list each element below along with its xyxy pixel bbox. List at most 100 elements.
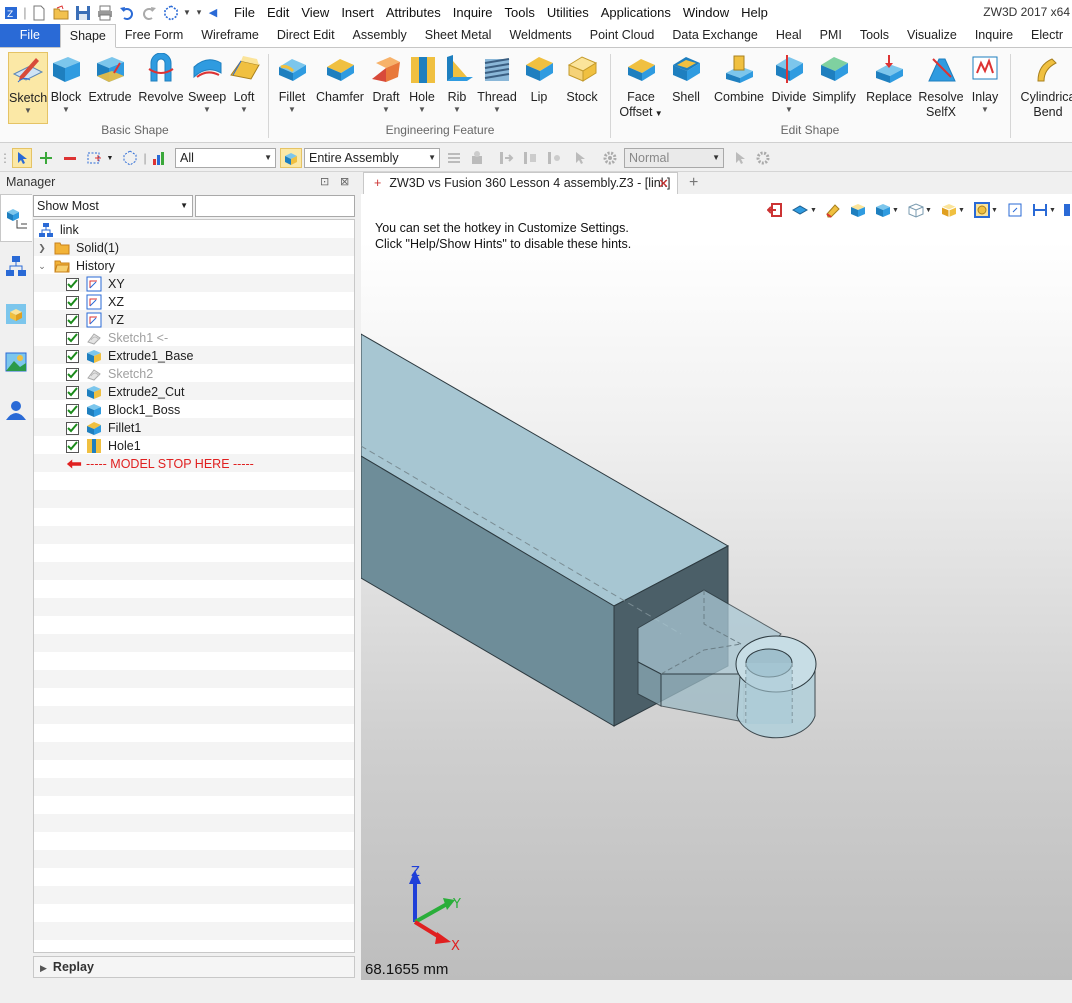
history-item-sketch1[interactable]: Sketch1 <-: [66, 329, 168, 347]
add-tab-button[interactable]: +: [689, 172, 698, 193]
sketch-button[interactable]: Sketch ▼: [8, 52, 48, 124]
tab-direct-edit[interactable]: Direct Edit: [268, 24, 344, 47]
checkbox[interactable]: [66, 421, 79, 435]
tab-electrode[interactable]: Electr: [1022, 24, 1072, 47]
history-manager-icon[interactable]: [0, 194, 32, 242]
select-shape-icon[interactable]: [160, 2, 182, 24]
new-file-icon[interactable]: [28, 2, 50, 24]
open-file-icon[interactable]: [50, 2, 72, 24]
chevron-down-icon[interactable]: ▼: [104, 148, 116, 168]
tab-free-form[interactable]: Free Form: [116, 24, 192, 47]
history-item-xz[interactable]: XZ: [66, 293, 124, 311]
block-button[interactable]: Block ▼: [48, 52, 84, 115]
shaded-view-icon[interactable]: [847, 200, 869, 220]
face-offset-button[interactable]: Face Offset ▼: [618, 52, 664, 121]
menu-applications[interactable]: Applications: [595, 0, 677, 25]
more-tools-icon[interactable]: [1062, 200, 1072, 220]
checkbox[interactable]: [66, 367, 79, 381]
divide-button[interactable]: Divide ▼: [770, 52, 808, 115]
measure-icon[interactable]: ▼: [1029, 200, 1059, 220]
chamfer-button[interactable]: Chamfer: [316, 52, 364, 105]
menu-attributes[interactable]: Attributes: [380, 0, 447, 25]
chevron-down-icon[interactable]: ⌄: [36, 261, 48, 272]
shell-button[interactable]: Shell: [668, 52, 704, 105]
checkbox[interactable]: [66, 295, 79, 309]
scope-icon[interactable]: [280, 148, 302, 168]
wireframe-view-icon[interactable]: ▼: [905, 200, 935, 220]
history-item-hole1[interactable]: Hole1: [66, 437, 141, 455]
resolve-selfx-button[interactable]: Resolve SelfX: [918, 52, 964, 120]
pin-icon[interactable]: ⊡: [320, 172, 329, 192]
view-plane-icon[interactable]: ▼: [789, 200, 819, 220]
inlay-button[interactable]: Inlay ▼: [966, 52, 1004, 115]
rib-button[interactable]: Rib ▼: [442, 52, 473, 115]
fillet-button[interactable]: Fillet ▼: [274, 52, 310, 115]
checkbox[interactable]: [66, 385, 79, 399]
zoom-window-icon[interactable]: [1004, 200, 1026, 220]
combine-button[interactable]: Combine: [712, 52, 766, 105]
tab-shape[interactable]: Shape: [59, 24, 116, 48]
tab-inquire[interactable]: Inquire: [966, 24, 1022, 47]
menu-window[interactable]: Window: [677, 0, 735, 25]
save-icon[interactable]: [72, 2, 94, 24]
tab-assembly[interactable]: Assembly: [344, 24, 416, 47]
user-icon[interactable]: [0, 386, 32, 434]
zoom-fit-icon[interactable]: ▼: [971, 200, 1001, 220]
chevron-down-icon[interactable]: ▼: [182, 2, 192, 24]
checkbox[interactable]: [66, 349, 79, 363]
lip-button[interactable]: Lip: [522, 52, 556, 105]
checkbox[interactable]: [66, 313, 79, 327]
thread-button[interactable]: Thread ▼: [476, 52, 518, 115]
menu-utilities[interactable]: Utilities: [541, 0, 595, 25]
menu-inquire[interactable]: Inquire: [447, 0, 499, 25]
app-logo-icon[interactable]: Z: [0, 2, 22, 24]
filter-icon[interactable]: [150, 148, 170, 168]
draft-button[interactable]: Draft ▼: [368, 52, 404, 115]
undo-icon[interactable]: [116, 2, 138, 24]
tab-file[interactable]: File: [0, 24, 60, 47]
tab-pmi[interactable]: PMI: [811, 24, 851, 47]
show-most-select[interactable]: Show Most ▼: [33, 195, 193, 217]
image-view-icon[interactable]: [0, 338, 32, 386]
view-cube-icon[interactable]: ▼: [872, 200, 902, 220]
manager-filter-input[interactable]: [195, 195, 355, 217]
history-item-extrude2-cut[interactable]: Extrude2_Cut: [66, 383, 184, 401]
print-icon[interactable]: [94, 2, 116, 24]
eraser-icon[interactable]: [822, 200, 844, 220]
replay-bar[interactable]: ▶ Replay: [33, 956, 355, 978]
stock-button[interactable]: Stock: [562, 52, 602, 105]
history-item-xy[interactable]: XY: [66, 275, 125, 293]
assembly-manager-icon[interactable]: [0, 242, 32, 290]
filter-combo[interactable]: All ▼: [175, 148, 276, 168]
menu-view[interactable]: View: [295, 0, 335, 25]
hole-button[interactable]: Hole ▼: [406, 52, 438, 115]
close-icon[interactable]: ✕: [658, 173, 669, 194]
checkbox[interactable]: [66, 403, 79, 417]
tab-point-cloud[interactable]: Point Cloud: [581, 24, 664, 47]
tab-weldments[interactable]: Weldments: [500, 24, 580, 47]
add-icon[interactable]: [36, 148, 56, 168]
customize-qa-icon[interactable]: ▾: [192, 2, 206, 24]
history-item-sketch2[interactable]: Sketch2: [66, 365, 153, 383]
tab-tools[interactable]: Tools: [851, 24, 898, 47]
exit-icon[interactable]: [764, 200, 786, 220]
history-item-yz[interactable]: YZ: [66, 311, 124, 329]
menu-edit[interactable]: Edit: [261, 0, 295, 25]
chevron-right-icon[interactable]: ❯: [36, 243, 48, 254]
tab-sheet-metal[interactable]: Sheet Metal: [416, 24, 501, 47]
3d-viewport[interactable]: You can set the hotkey in Customize Sett…: [361, 194, 1072, 980]
tab-wireframe[interactable]: Wireframe: [192, 24, 268, 47]
model-stop-marker[interactable]: ----- MODEL STOP HERE -----: [66, 455, 254, 473]
polygon-select-icon[interactable]: [120, 148, 140, 168]
tab-visualize[interactable]: Visualize: [898, 24, 966, 47]
tree-history[interactable]: ⌄ History: [36, 257, 115, 275]
revolve-button[interactable]: Revolve: [138, 52, 184, 105]
checkbox[interactable]: [66, 277, 79, 291]
menu-file[interactable]: File: [228, 0, 261, 25]
menu-tools[interactable]: Tools: [499, 0, 541, 25]
collapse-left-icon[interactable]: ◀: [206, 2, 220, 24]
loft-button[interactable]: Loft ▼: [228, 52, 260, 115]
extrude-button[interactable]: Extrude: [88, 52, 132, 105]
checkbox[interactable]: [66, 331, 79, 345]
checkbox[interactable]: [66, 439, 79, 453]
